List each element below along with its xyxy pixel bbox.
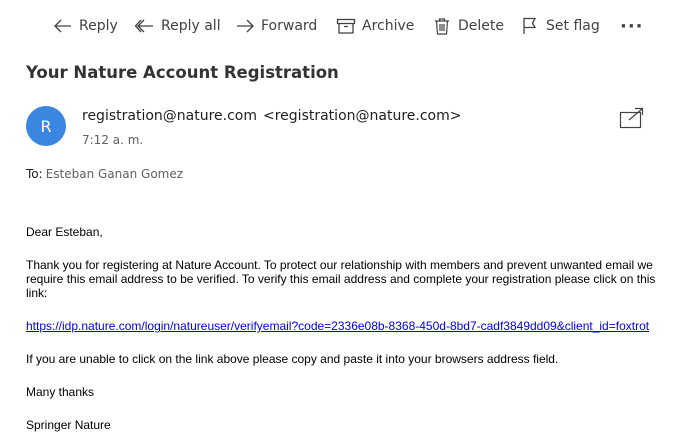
sender-avatar[interactable]: R <box>26 106 66 146</box>
flag-icon <box>523 17 537 34</box>
archive-button[interactable]: Archive <box>336 13 414 39</box>
delete-label: Delete <box>458 18 504 34</box>
more-actions-button[interactable]: ··· <box>620 13 644 39</box>
reply-all-button[interactable]: Reply all <box>135 13 221 39</box>
avatar-initial: R <box>40 116 52 136</box>
reply-icon <box>54 19 71 33</box>
reply-all-label: Reply all <box>161 18 221 34</box>
sender-address: <registration@nature.com> <box>263 108 462 124</box>
archive-icon <box>336 18 356 34</box>
body-paragraph: If you are unable to click on the link a… <box>26 352 559 366</box>
more-icon: ··· <box>620 15 644 37</box>
signature: Springer Nature <box>26 418 111 432</box>
greeting: Dear Esteban, <box>26 225 103 239</box>
sender-name[interactable]: registration@nature.com <box>82 108 257 124</box>
popout-icon <box>619 107 644 129</box>
email-subject: Your Nature Account Registration <box>26 63 339 82</box>
reply-label: Reply <box>79 18 118 34</box>
forward-icon <box>237 19 254 33</box>
received-time: 7:12 a. m. <box>82 133 144 147</box>
recipient-name[interactable]: Esteban Ganan Gomez <box>46 167 183 181</box>
message-toolbar: Reply Reply all Forward Archive Delete S… <box>0 13 682 39</box>
delete-button[interactable]: Delete <box>432 13 504 39</box>
reply-all-icon <box>135 19 153 33</box>
forward-label: Forward <box>261 18 318 34</box>
forward-button[interactable]: Forward <box>235 13 317 39</box>
set-flag-label: Set flag <box>546 18 600 34</box>
recipient-line: To: Esteban Ganan Gomez <box>26 167 183 181</box>
closing: Many thanks <box>26 385 95 399</box>
set-flag-button[interactable]: Set flag <box>520 13 600 39</box>
trash-icon <box>435 18 449 35</box>
archive-label: Archive <box>362 18 415 34</box>
to-label: To: <box>26 167 43 181</box>
verify-email-link[interactable]: https://idp.nature.com/login/natureuser/… <box>26 319 649 333</box>
reply-button[interactable]: Reply <box>53 13 118 39</box>
body-paragraph: Thank you for registering at Nature Acco… <box>26 258 656 300</box>
open-in-new-window-button[interactable] <box>619 106 645 130</box>
sender-line: registration@nature.com <registration@nat… <box>82 108 461 124</box>
